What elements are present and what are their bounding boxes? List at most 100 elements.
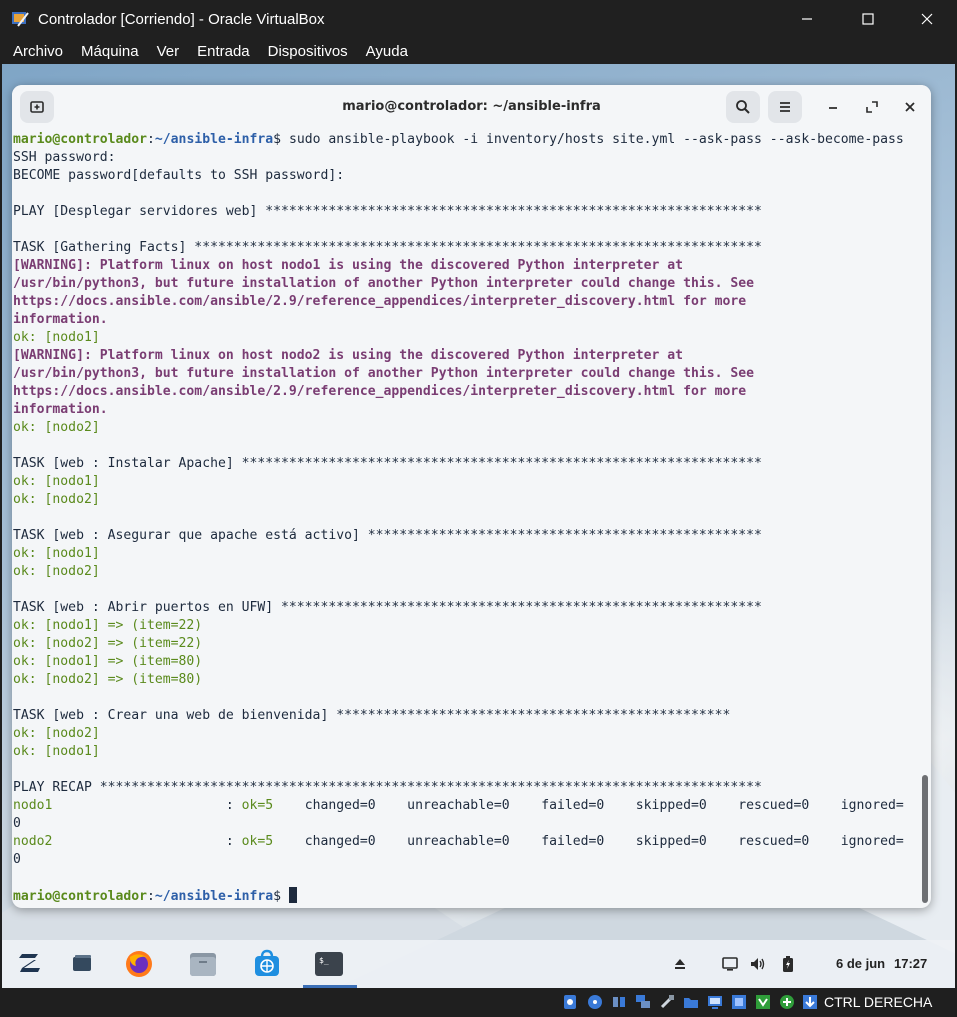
- vbox-titlebar: Controlador [Corriendo] - Oracle Virtual…: [0, 0, 957, 38]
- zorin-menu-icon[interactable]: [14, 948, 46, 980]
- terminal-line: https://docs.ansible.com/ansible/2.9/ref…: [13, 293, 923, 311]
- prompt-path: ~/ansible-infra: [154, 889, 274, 904]
- recap-ok-count: ok=5: [241, 798, 274, 813]
- shared-folders-icon[interactable]: [682, 993, 700, 1011]
- guest-desktop: mario@controlador: ~/ansible-infra mario…: [2, 64, 955, 988]
- show-desktop-icon[interactable]: [67, 948, 99, 980]
- ok-status-text: ok: [nodo2]: [13, 564, 100, 579]
- output-text: TASK [web : Asegurar que apache está act…: [13, 528, 762, 543]
- mouse-integration-icon[interactable]: [801, 993, 819, 1011]
- ok-status-text: ok: [nodo1] => (item=80): [13, 654, 203, 669]
- svg-text:$_: $_: [319, 956, 329, 965]
- eject-icon[interactable]: [670, 954, 690, 974]
- menu-maquina[interactable]: Máquina: [72, 43, 148, 60]
- terminal-line: ok: [nodo2] => (item=22): [13, 635, 923, 653]
- ok-status-text: ok: [nodo2]: [13, 726, 100, 741]
- warning-text: /usr/bin/python3, but future installatio…: [13, 276, 755, 291]
- close-icon[interactable]: [904, 0, 950, 38]
- terminal-line: TASK [web : Asegurar que apache está act…: [13, 527, 923, 545]
- maximize-icon[interactable]: [845, 0, 891, 38]
- terminal-line: PLAY [Desplegar servidores web] ********…: [13, 203, 923, 221]
- screen-icon[interactable]: [720, 954, 740, 974]
- prompt-user: mario@controlador: [13, 889, 148, 904]
- terminal-icon[interactable]: $_: [313, 948, 345, 980]
- output-text: 0: [13, 852, 21, 867]
- menu-entrada[interactable]: Entrada: [188, 43, 259, 60]
- recap-stats: changed=0 unreachable=0 failed=0 skipped…: [273, 834, 904, 849]
- hard-disk-icon[interactable]: [561, 993, 579, 1011]
- terminal-line: ok: [nodo2]: [13, 725, 923, 743]
- terminal-line: ok: [nodo2]: [13, 491, 923, 509]
- optical-drive-icon[interactable]: [586, 993, 604, 1011]
- menu-dispositivos[interactable]: Dispositivos: [259, 43, 357, 60]
- output-text: TASK [web : Crear una web de bienvenida]…: [13, 708, 731, 723]
- output-text: PLAY RECAP *****************************…: [13, 780, 762, 795]
- ok-status-text: ok: [nodo2] => (item=80): [13, 672, 203, 687]
- terminal-line: ok: [nodo2] => (item=80): [13, 671, 923, 689]
- virtualization-engine-icon[interactable]: [778, 993, 796, 1011]
- terminal-line: [WARNING]: Platform linux on host nodo2 …: [13, 347, 923, 365]
- usb-icon[interactable]: [658, 993, 676, 1011]
- vbox-menubar: Archivo Máquina Ver Entrada Dispositivos…: [0, 38, 957, 64]
- battery-icon[interactable]: [778, 954, 798, 974]
- software-store-icon[interactable]: [251, 948, 283, 980]
- terminal-line: ok: [nodo2]: [13, 419, 923, 437]
- terminal-line: BECOME password[defaults to SSH password…: [13, 167, 923, 185]
- maximize-icon[interactable]: [859, 94, 885, 120]
- audio-icon[interactable]: [610, 993, 628, 1011]
- terminal-line: ok: [nodo2]: [13, 563, 923, 581]
- output-text: TASK [web : Instalar Apache] ***********…: [13, 456, 762, 471]
- files-icon[interactable]: [187, 948, 219, 980]
- hamburger-menu-icon[interactable]: [768, 91, 802, 123]
- terminal-line: SSH password:: [13, 149, 923, 167]
- menu-ayuda[interactable]: Ayuda: [357, 43, 417, 60]
- terminal-line: ok: [nodo1] => (item=22): [13, 617, 923, 635]
- terminal-scrollbar[interactable]: [922, 775, 928, 903]
- menu-archivo[interactable]: Archivo: [0, 43, 72, 60]
- host-key-label: CTRL DERECHA: [824, 994, 933, 1010]
- clock-time[interactable]: 17:27: [894, 956, 927, 971]
- command-text: sudo ansible-playbook -i inventory/hosts…: [288, 132, 904, 147]
- search-icon[interactable]: [726, 91, 760, 123]
- recap-separator: :: [52, 798, 242, 813]
- volume-icon[interactable]: [748, 954, 768, 974]
- warning-text: https://docs.ansible.com/ansible/2.9/ref…: [13, 294, 747, 309]
- firefox-icon[interactable]: [123, 948, 155, 980]
- warning-text: [WARNING]: Platform linux on host nodo2 …: [13, 348, 684, 363]
- terminal-line: /usr/bin/python3, but future installatio…: [13, 275, 923, 293]
- terminal-line: information.: [13, 311, 923, 329]
- terminal-output[interactable]: mario@controlador:~/ansible-infra$ sudo …: [13, 131, 923, 908]
- terminal-line: ok: [nodo1]: [13, 545, 923, 563]
- close-icon[interactable]: [897, 94, 923, 120]
- terminal-line: mario@controlador:~/ansible-infra$: [13, 887, 923, 905]
- prompt-separator: :: [147, 889, 155, 904]
- terminal-line: [WARNING]: Platform linux on host nodo1 …: [13, 257, 923, 275]
- window-title: Controlador [Corriendo] - Oracle Virtual…: [38, 10, 325, 28]
- text-cursor: [288, 887, 297, 903]
- ok-status-text: ok: [nodo2]: [13, 492, 100, 507]
- output-text: PLAY [Desplegar servidores web] ********…: [13, 204, 762, 219]
- terminal-line: ok: [nodo1]: [13, 473, 923, 491]
- output-text: SSH password:: [13, 150, 116, 165]
- minimize-icon[interactable]: [820, 94, 846, 120]
- recording-icon[interactable]: [754, 993, 772, 1011]
- ok-status-text: ok: [nodo1]: [13, 744, 100, 759]
- new-tab-icon[interactable]: [20, 91, 54, 123]
- minimize-icon[interactable]: [784, 0, 830, 38]
- output-text: TASK [Gathering Facts] *****************…: [13, 240, 762, 255]
- network-icon[interactable]: [634, 993, 652, 1011]
- recap-separator: :: [52, 834, 242, 849]
- clock-date[interactable]: 6 de jun: [836, 956, 885, 971]
- menu-ver[interactable]: Ver: [148, 43, 189, 60]
- terminal-line: information.: [13, 401, 923, 419]
- video-capture-icon[interactable]: [730, 993, 748, 1011]
- warning-text: https://docs.ansible.com/ansible/2.9/ref…: [13, 384, 747, 399]
- recap-host: nodo2: [13, 834, 53, 849]
- display-icon[interactable]: [706, 993, 724, 1011]
- terminal-line: nodo2 : ok=5 changed=0 unreachable=0 fai…: [13, 833, 923, 851]
